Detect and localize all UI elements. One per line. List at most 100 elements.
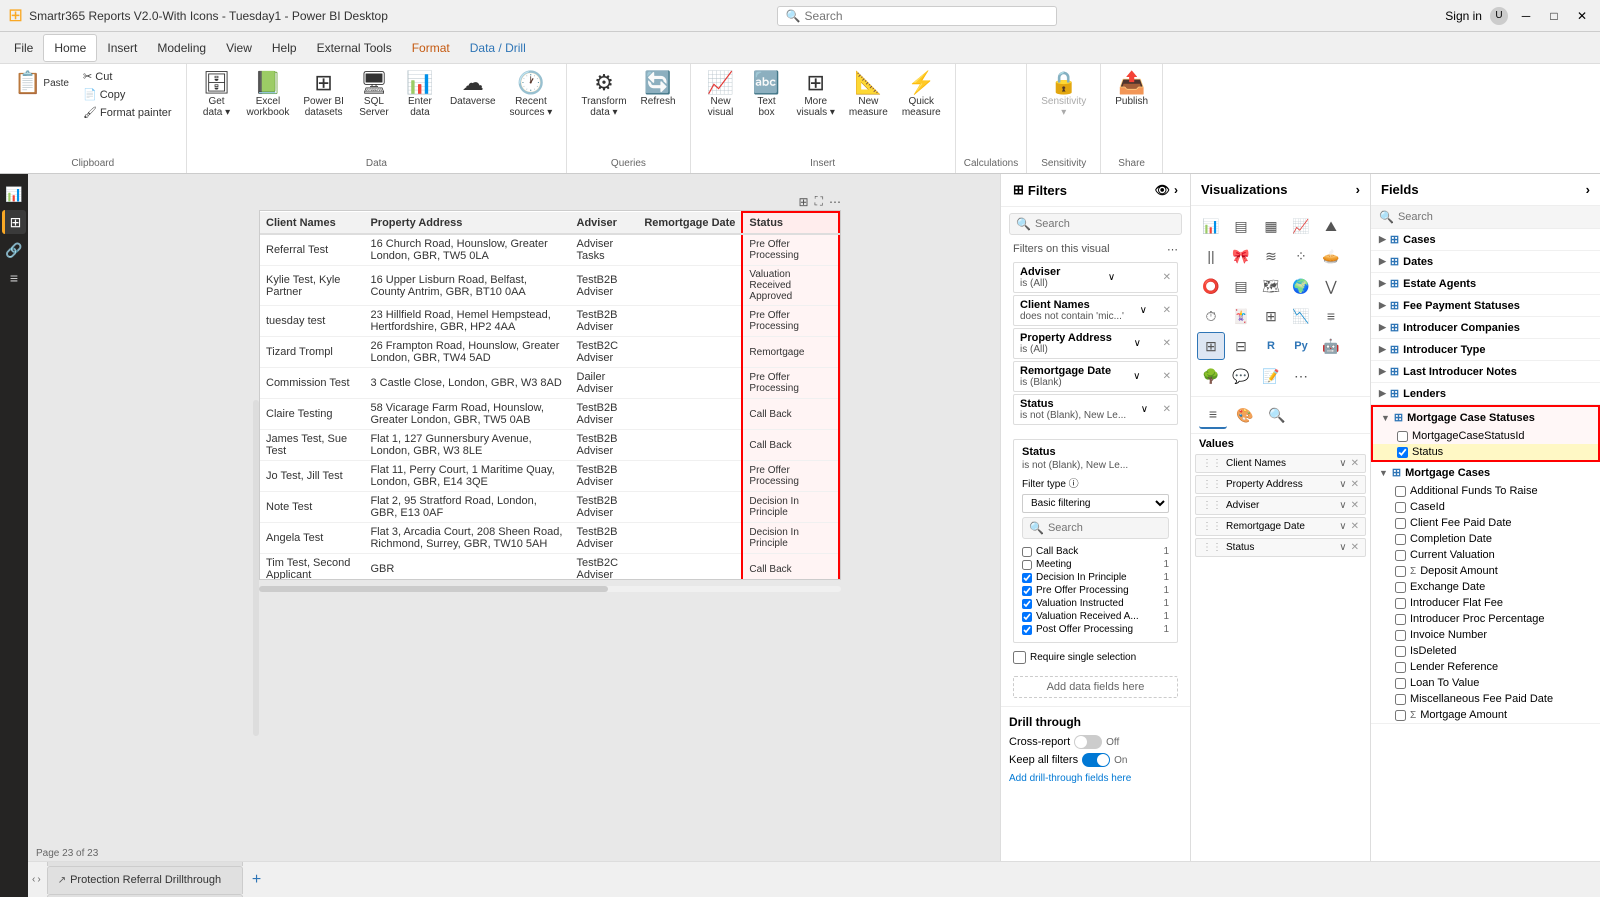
- stacked-bar-icon[interactable]: ▤: [1227, 212, 1255, 240]
- status-filter-item[interactable]: Post Offer Processing1: [1022, 623, 1169, 636]
- fields-item-checkbox[interactable]: [1397, 447, 1408, 458]
- fields-item-checkbox[interactable]: [1395, 662, 1406, 673]
- fields-item-checkbox[interactable]: [1395, 646, 1406, 657]
- add-data-fields-button[interactable]: Add data fields here: [1013, 676, 1178, 698]
- fields-item-checkbox[interactable]: [1395, 582, 1406, 593]
- titlebar-search-box[interactable]: 🔍: [777, 6, 1057, 26]
- fields-group-header[interactable]: ▶ ⊞ Introducer Companies: [1371, 317, 1600, 338]
- get-data-button[interactable]: 🗄 Getdata ▾: [195, 68, 239, 122]
- fields-item-checkbox[interactable]: [1395, 550, 1406, 561]
- fields-group-header[interactable]: ▼ ⊞ Mortgage Case Statuses: [1373, 407, 1598, 428]
- line-chart-icon[interactable]: 📈: [1287, 212, 1315, 240]
- fields-search-box[interactable]: 🔍: [1371, 206, 1600, 229]
- status-filter-search[interactable]: 🔍: [1022, 517, 1169, 539]
- fields-item-checkbox[interactable]: [1395, 486, 1406, 497]
- fields-item-checkbox[interactable]: [1395, 614, 1406, 625]
- fields-group-header[interactable]: ▶ ⊞ Lenders: [1371, 383, 1600, 404]
- filter-item[interactable]: Adviser is (All) ∨ ✕: [1013, 262, 1178, 293]
- sql-server-button[interactable]: 🖥 SQLServer: [352, 68, 396, 122]
- field-chevron-icon[interactable]: ∨: [1339, 500, 1346, 511]
- fields-group-header[interactable]: ▶ ⊞ Introducer Type: [1371, 339, 1600, 360]
- status-filter-item[interactable]: Decision In Principle1: [1022, 571, 1169, 584]
- filter-eye-icon[interactable]: 👁: [1155, 183, 1170, 197]
- field-remove-icon[interactable]: ✕: [1351, 500, 1359, 511]
- copy-button[interactable]: 📄 Copy: [77, 86, 178, 103]
- filter-item-remove-icon[interactable]: ✕: [1163, 272, 1171, 283]
- filter-expand-icon[interactable]: ›: [1174, 183, 1178, 197]
- viz-field-item[interactable]: ⋮⋮ Status ∨ ✕: [1195, 538, 1366, 557]
- menu-external-tools[interactable]: External Tools: [307, 34, 402, 62]
- status-filter-checkbox[interactable]: [1022, 573, 1032, 583]
- fields-item-checkbox[interactable]: [1395, 694, 1406, 705]
- fields-item[interactable]: Current Valuation: [1371, 547, 1600, 563]
- menu-view[interactable]: View: [216, 34, 262, 62]
- table-icon[interactable]: ⊞: [1197, 332, 1225, 360]
- status-filter-checkbox[interactable]: [1022, 547, 1032, 557]
- field-remove-icon[interactable]: ✕: [1351, 479, 1359, 490]
- fields-group-header[interactable]: ▼ ⊞ Mortgage Cases: [1371, 462, 1600, 483]
- fields-search-input[interactable]: [1398, 211, 1592, 223]
- model-view-icon[interactable]: 🔗: [2, 238, 26, 262]
- fields-item-checkbox[interactable]: [1395, 518, 1406, 529]
- slicer-icon[interactable]: ≡: [1317, 302, 1345, 330]
- donut-icon[interactable]: ⭕: [1197, 272, 1225, 300]
- 100pct-bar-icon[interactable]: ▦: [1257, 212, 1285, 240]
- dax-query-icon[interactable]: ≡: [2, 266, 26, 290]
- bottom-scrollbar-thumb[interactable]: [259, 586, 608, 592]
- viz-field-item[interactable]: ⋮⋮ Property Address ∨ ✕: [1195, 475, 1366, 494]
- funnel-icon[interactable]: ⋁: [1317, 272, 1345, 300]
- status-filter-item[interactable]: Pre Offer Processing1: [1022, 584, 1169, 597]
- dataverse-button[interactable]: ☁ Dataverse: [444, 68, 502, 111]
- filter-item-expand-icon[interactable]: ∨: [1140, 305, 1147, 316]
- excel-workbook-button[interactable]: 📗 Excelworkbook: [241, 68, 296, 122]
- sensitivity-button[interactable]: 🔒 Sensitivity▾: [1035, 68, 1092, 122]
- menu-data-drill[interactable]: Data / Drill: [460, 34, 536, 62]
- filter-item-expand-icon[interactable]: ∨: [1133, 371, 1140, 382]
- tab-adviser-conversion-rates[interactable]: ↗Adviser Conversion Rates: [47, 894, 243, 897]
- smart-narrative-icon[interactable]: 📝: [1257, 362, 1285, 390]
- status-filter-checkbox[interactable]: [1022, 560, 1032, 570]
- treemap-icon[interactable]: ▤: [1227, 272, 1255, 300]
- close-button[interactable]: ✕: [1572, 6, 1592, 26]
- fields-item[interactable]: Introducer Proc Percentage: [1371, 611, 1600, 627]
- tab-scroll-right[interactable]: ›: [37, 874, 40, 885]
- pie-chart-icon[interactable]: 🥧: [1317, 242, 1345, 270]
- field-chevron-icon[interactable]: ∨: [1339, 521, 1346, 532]
- tab-protection-introducer-drillthrough[interactable]: ↗Protection Introducer Drillthrough: [47, 861, 243, 866]
- new-measure-button[interactable]: 📐 Newmeasure: [843, 68, 894, 122]
- filled-map-icon[interactable]: 🌍: [1287, 272, 1315, 300]
- multi-row-icon[interactable]: ⊞: [1257, 302, 1285, 330]
- filter-item-expand-icon[interactable]: ∨: [1134, 338, 1141, 349]
- fields-group-header[interactable]: ▶ ⊞ Cases: [1371, 229, 1600, 250]
- fields-item-checkbox[interactable]: [1395, 566, 1406, 577]
- filter-item[interactable]: Property Address is (All) ∨ ✕: [1013, 328, 1178, 359]
- scatter-icon[interactable]: ⁘: [1287, 242, 1315, 270]
- fields-item[interactable]: ΣDeposit Amount: [1371, 563, 1600, 579]
- analytics-tab[interactable]: 🔍: [1263, 401, 1291, 429]
- viz-field-item[interactable]: ⋮⋮ Client Names ∨ ✕: [1195, 454, 1366, 473]
- field-chevron-icon[interactable]: ∨: [1339, 458, 1346, 469]
- more-filters-icon[interactable]: ⋯: [1167, 243, 1178, 256]
- more-visuals-button[interactable]: ⊞ Morevisuals ▾: [791, 68, 841, 122]
- fields-tab[interactable]: ≡: [1199, 401, 1227, 429]
- fields-item[interactable]: Invoice Number: [1371, 627, 1600, 643]
- menu-home[interactable]: Home: [43, 34, 97, 62]
- keep-filters-toggle[interactable]: [1082, 753, 1110, 767]
- menu-modeling[interactable]: Modeling: [147, 34, 216, 62]
- status-search-input[interactable]: [1048, 522, 1162, 534]
- bottom-scrollbar-track[interactable]: [259, 586, 841, 592]
- cross-report-toggle[interactable]: [1074, 735, 1102, 749]
- fields-item[interactable]: MortgageCaseStatusId: [1373, 428, 1598, 444]
- filter-search-input[interactable]: [1035, 218, 1175, 230]
- bar-chart-icon[interactable]: 📊: [1197, 212, 1225, 240]
- filter-item-remove-icon[interactable]: ✕: [1163, 371, 1171, 382]
- report-view-icon[interactable]: 📊: [2, 182, 26, 206]
- fields-item[interactable]: Client Fee Paid Date: [1371, 515, 1600, 531]
- qa-icon[interactable]: 💬: [1227, 362, 1255, 390]
- status-filter-checkbox[interactable]: [1022, 599, 1032, 609]
- filter-item-expand-icon[interactable]: ∨: [1141, 404, 1148, 415]
- quick-measure-button[interactable]: ⚡ Quickmeasure: [896, 68, 947, 122]
- more-options-icon[interactable]: ⋯: [829, 195, 841, 209]
- publish-button[interactable]: 📤 Publish: [1109, 68, 1154, 111]
- add-drill-through-button[interactable]: Add drill-through fields here: [1009, 771, 1182, 786]
